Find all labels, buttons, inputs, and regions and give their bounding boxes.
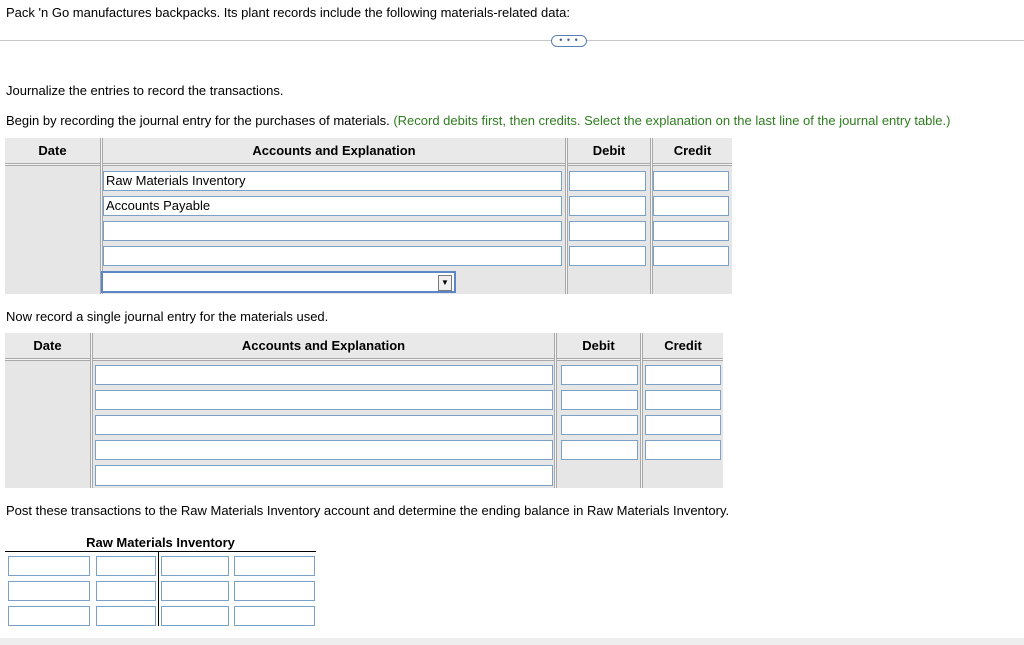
account-input[interactable]: [103, 221, 562, 241]
header-accounts: Accounts and Explanation: [103, 138, 565, 163]
credit-input[interactable]: [653, 246, 729, 266]
taccount-credit-label-input[interactable]: [161, 581, 229, 601]
taccount-title: Raw Materials Inventory: [86, 535, 235, 550]
column-separator: [90, 333, 93, 488]
account-input[interactable]: [95, 365, 553, 385]
instruction-materials-used: Now record a single journal entry for th…: [6, 309, 329, 324]
debit-input[interactable]: [569, 246, 646, 266]
header-separator: [5, 358, 723, 361]
taccount-debit-amount-input[interactable]: [96, 556, 156, 576]
header-debit: Debit: [557, 333, 640, 358]
header-credit: Credit: [643, 333, 723, 358]
explanation-dropdown[interactable]: ▼: [101, 271, 456, 293]
header-debit: Debit: [568, 138, 650, 163]
debit-input[interactable]: [569, 221, 646, 241]
taccount-debit-label-input[interactable]: [8, 581, 90, 601]
instruction-purchases-hint: (Record debits first, then credits. Sele…: [393, 113, 951, 128]
taccount-debit-label-input[interactable]: [8, 606, 90, 626]
debit-input[interactable]: [561, 415, 638, 435]
account-input[interactable]: [95, 440, 553, 460]
dropdown-arrow-icon[interactable]: ▼: [438, 275, 452, 291]
taccount-credit-amount-input[interactable]: [234, 606, 315, 626]
instruction-post: Post these transactions to the Raw Mater…: [6, 503, 730, 518]
expand-more-button[interactable]: • • •: [551, 35, 587, 47]
debit-input[interactable]: [561, 440, 638, 460]
credit-input[interactable]: [645, 440, 721, 460]
taccount-credit-label-input[interactable]: [161, 556, 229, 576]
credit-input[interactable]: [645, 390, 721, 410]
debit-input[interactable]: [561, 365, 638, 385]
credit-input[interactable]: [645, 365, 721, 385]
credit-input[interactable]: [645, 415, 721, 435]
account-input[interactable]: [95, 390, 553, 410]
column-separator: [554, 333, 557, 488]
intro-text: Pack 'n Go manufactures backpacks. Its p…: [6, 5, 570, 20]
account-input[interactable]: Raw Materials Inventory: [103, 171, 562, 191]
taccount-credit-label-input[interactable]: [161, 606, 229, 626]
column-separator: [640, 333, 643, 488]
taccount-debit-amount-input[interactable]: [96, 606, 156, 626]
debit-input[interactable]: [569, 196, 646, 216]
taccount-debit-amount-input[interactable]: [96, 581, 156, 601]
account-input[interactable]: [95, 415, 553, 435]
taccount-credit-amount-input[interactable]: [234, 581, 315, 601]
column-separator: [565, 138, 568, 294]
debit-input[interactable]: [561, 390, 638, 410]
header-date: Date: [5, 333, 90, 358]
credit-input[interactable]: [653, 171, 729, 191]
instruction-purchases: Begin by recording the journal entry for…: [6, 113, 950, 128]
taccount-top-line: [5, 551, 316, 552]
account-input[interactable]: [103, 246, 562, 266]
instruction-purchases-text: Begin by recording the journal entry for…: [6, 113, 390, 128]
taccount-credit-amount-input[interactable]: [234, 556, 315, 576]
credit-input[interactable]: [653, 196, 729, 216]
header-accounts: Accounts and Explanation: [93, 333, 554, 358]
credit-input[interactable]: [653, 221, 729, 241]
taccount-debit-label-input[interactable]: [8, 556, 90, 576]
taccount-center-line: [158, 551, 159, 626]
account-input[interactable]: Accounts Payable: [103, 196, 562, 216]
instruction-journalize: Journalize the entries to record the tra…: [6, 83, 284, 98]
explanation-input[interactable]: [95, 465, 553, 486]
column-separator: [650, 138, 653, 294]
debit-input[interactable]: [569, 171, 646, 191]
header-separator: [5, 163, 732, 166]
header-credit: Credit: [653, 138, 732, 163]
bottom-scroll-bar: [0, 638, 1024, 645]
divider-line: [0, 40, 1024, 41]
header-date: Date: [5, 138, 100, 163]
